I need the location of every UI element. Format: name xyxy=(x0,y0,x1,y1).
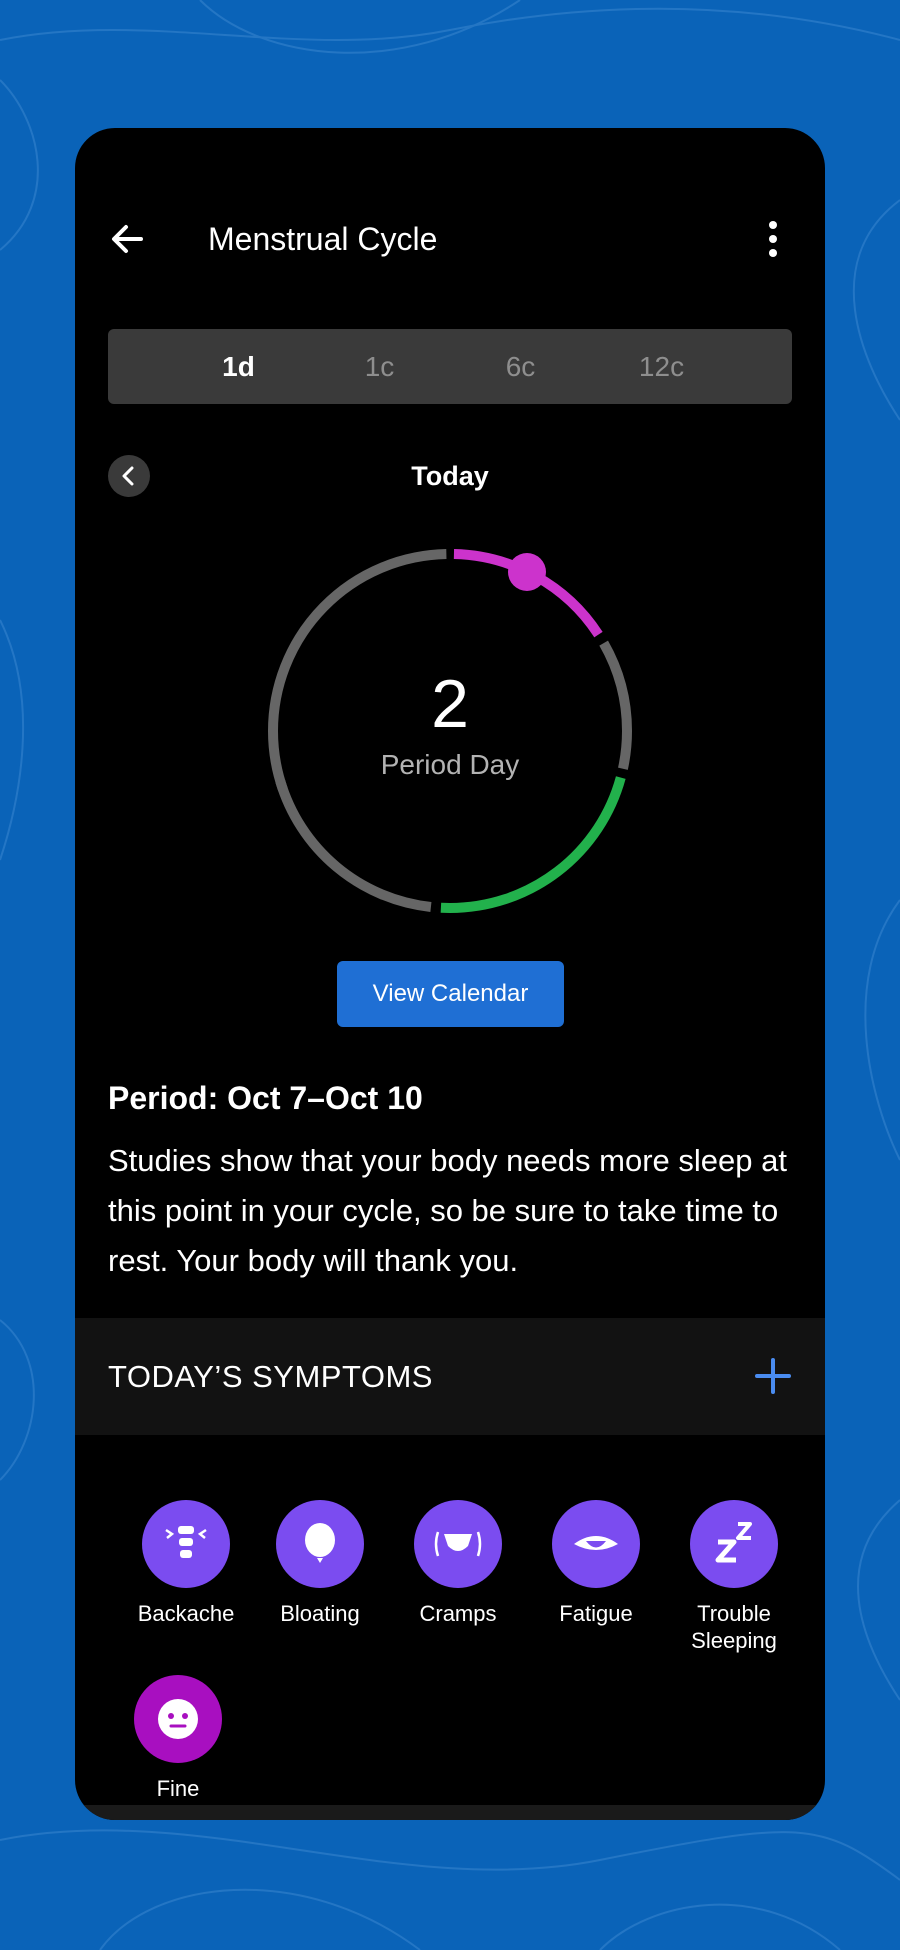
symptom-fatigue[interactable]: Fatigue xyxy=(526,1500,666,1627)
symptom-trouble-sleeping[interactable]: Trouble Sleeping xyxy=(664,1500,804,1654)
symptom-bloating[interactable]: Bloating xyxy=(250,1500,390,1627)
eye-icon xyxy=(552,1500,640,1588)
arrow-left-icon xyxy=(112,225,143,253)
more-options-button[interactable] xyxy=(753,216,793,262)
app-screen: Menstrual Cycle 1d 1c 6c 12c Today 2 Per… xyxy=(75,128,825,1820)
tab-1c[interactable]: 1c xyxy=(309,329,450,404)
cramps-icon xyxy=(414,1500,502,1588)
cycle-day-number: 2 xyxy=(431,666,469,742)
symptom-label: Backache xyxy=(137,1601,235,1626)
page-title: Menstrual Cycle xyxy=(208,221,438,257)
symptoms-header: TODAY’S SYMPTOMS xyxy=(75,1318,825,1435)
symptom-backache[interactable]: Backache xyxy=(116,1500,256,1627)
tab-6c[interactable]: 6c xyxy=(450,329,591,404)
neutral-face-icon xyxy=(134,1675,222,1763)
cycle-tip: Studies show that your body needs more s… xyxy=(108,1143,787,1278)
range-tabs: 1d 1c 6c 12c xyxy=(108,329,792,404)
tab-12c[interactable]: 12c xyxy=(591,329,732,404)
symptoms-title: TODAY’S SYMPTOMS xyxy=(108,1359,433,1394)
more-vertical-icon xyxy=(769,221,777,257)
mood-label: Fine xyxy=(156,1776,200,1801)
symptom-label: Bloating xyxy=(280,1601,360,1626)
tab-1d[interactable]: 1d xyxy=(168,329,309,404)
bottom-divider xyxy=(75,1805,825,1820)
cycle-day-label: Period Day xyxy=(380,749,520,780)
day-label: Today xyxy=(411,461,489,491)
add-symptom-button[interactable] xyxy=(753,1356,793,1396)
plus-icon xyxy=(755,1358,791,1394)
back-button[interactable] xyxy=(105,216,151,262)
symptom-label: Fatigue xyxy=(559,1601,633,1626)
view-calendar-button[interactable]: View Calendar xyxy=(337,961,564,1027)
backache-icon xyxy=(142,1500,230,1588)
zzz-icon xyxy=(690,1500,778,1588)
current-day-marker xyxy=(508,553,546,591)
symptom-cramps[interactable]: Cramps xyxy=(388,1500,528,1627)
balloon-icon xyxy=(276,1500,364,1588)
symptom-label: Cramps xyxy=(419,1601,497,1626)
symptom-label: Trouble Sleeping xyxy=(691,1601,777,1653)
mood-fine[interactable]: Fine xyxy=(108,1675,248,1802)
period-range: Period: Oct 7–Oct 10 xyxy=(108,1080,423,1116)
